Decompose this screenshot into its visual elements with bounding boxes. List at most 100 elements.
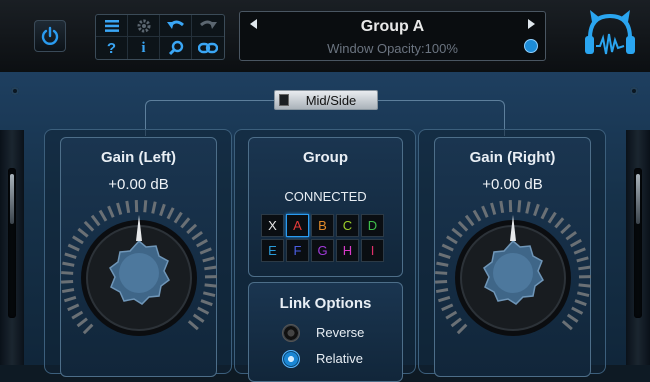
gain-left-knob[interactable]: [58, 197, 220, 365]
group-button-f[interactable]: F: [286, 239, 309, 262]
knob-tick: [61, 273, 73, 274]
knob-tick: [446, 312, 456, 318]
knob-tick: [578, 267, 590, 269]
zoom-button[interactable]: [160, 37, 192, 59]
info-button[interactable]: i: [128, 37, 160, 59]
undo-button[interactable]: [160, 15, 192, 37]
knob-tick: [61, 281, 73, 282]
top-toolbar: ? i Group A Window Opacity:100%: [0, 0, 650, 73]
knob-tick: [109, 206, 114, 217]
gain-right-knob[interactable]: [432, 197, 594, 365]
group-status: CONNECTED: [249, 189, 402, 204]
power-button[interactable]: [34, 20, 66, 52]
help-icon: ?: [107, 40, 116, 57]
knob-tick: [447, 237, 457, 243]
knob-tick: [64, 297, 75, 301]
knob-tick: [466, 216, 473, 226]
knob-tick: [436, 263, 448, 265]
knob-tick: [571, 240, 581, 246]
group-button-i[interactable]: I: [361, 239, 384, 262]
group-button-g[interactable]: G: [311, 239, 334, 262]
link-button[interactable]: [192, 37, 224, 59]
knob-tick: [561, 225, 570, 233]
knob-tick: [452, 319, 461, 326]
knob-tick: [205, 285, 217, 286]
knob-tick: [84, 325, 92, 333]
knob-tick: [579, 285, 591, 286]
knob-tick: [78, 319, 87, 326]
knob-tick: [62, 263, 74, 265]
knob-tick: [198, 308, 209, 313]
knob-tick: [474, 210, 480, 220]
knob-tick: [65, 254, 76, 258]
reverse-radio[interactable]: [282, 324, 300, 342]
redo-button[interactable]: [192, 15, 224, 37]
group-button-b[interactable]: B: [311, 214, 334, 237]
knob-tick: [100, 210, 106, 220]
knob-tick: [145, 200, 146, 212]
preset-name[interactable]: Group A: [240, 18, 545, 36]
knob-tick: [534, 204, 538, 215]
gain-left-value[interactable]: +0.00 dB: [61, 176, 216, 193]
knob-tick: [549, 213, 556, 223]
knob-tick: [153, 202, 155, 214]
screw-decoration: [630, 87, 638, 95]
opacity-knob-icon[interactable]: [524, 39, 538, 53]
undo-icon: [166, 19, 186, 33]
group-button-d[interactable]: D: [361, 214, 384, 237]
knob-tick: [542, 208, 547, 219]
relative-radio[interactable]: [282, 350, 300, 368]
settings-button[interactable]: [128, 15, 160, 37]
knob-tick: [197, 240, 207, 246]
group-button-e[interactable]: E: [261, 239, 284, 262]
next-preset-arrow-icon[interactable]: [528, 19, 535, 29]
knob-tick: [72, 312, 82, 318]
knob-tick: [519, 200, 520, 212]
knob-tick: [577, 258, 589, 261]
knob-tick: [563, 321, 572, 329]
link-icon: [198, 42, 218, 54]
knob-tick: [555, 218, 563, 227]
group-button-x[interactable]: X: [261, 214, 284, 237]
knob-tick: [436, 289, 448, 291]
gain-right-value[interactable]: +0.00 dB: [435, 176, 590, 193]
knob-tick: [204, 267, 216, 269]
gain-left-title: Gain (Left): [61, 149, 216, 166]
left-meter-rail: [0, 130, 24, 365]
redo-icon: [198, 19, 218, 33]
knob-tick: [181, 218, 189, 227]
knob-tick: [438, 297, 449, 301]
knob-tick: [78, 229, 87, 237]
knob-tick: [574, 249, 585, 253]
knob-tick: [568, 315, 578, 322]
knob-tick: [572, 308, 583, 313]
knob-tick: [187, 225, 196, 233]
knob-tick: [483, 206, 488, 217]
group-button-h[interactable]: H: [336, 239, 359, 262]
mid-side-label: Mid/Side: [306, 93, 357, 108]
knob-tick: [492, 203, 495, 215]
knob-tick: [189, 321, 198, 329]
knob-tick: [459, 222, 467, 231]
group-button-c[interactable]: C: [336, 214, 359, 237]
menu-button[interactable]: [96, 15, 128, 37]
zoom-icon: [168, 40, 184, 56]
knob-tick: [435, 281, 447, 282]
group-buttons: XABCD EFGHI: [261, 214, 384, 262]
knob-tick: [458, 325, 466, 333]
mid-side-toggle[interactable]: Mid/Side: [274, 90, 378, 110]
help-button[interactable]: ?: [96, 37, 128, 59]
link-options-title: Link Options: [249, 295, 402, 312]
knob-tick: [575, 301, 586, 305]
knob-tick: [62, 289, 74, 291]
knob-tick: [160, 204, 164, 215]
info-icon: i: [141, 40, 145, 57]
knob-tick: [168, 208, 173, 219]
relative-label: Relative: [316, 351, 363, 366]
knob-tick: [442, 245, 453, 250]
reverse-label: Reverse: [316, 325, 364, 340]
group-button-a[interactable]: A: [286, 214, 309, 237]
group-title: Group: [249, 149, 402, 166]
menu-icon: [105, 20, 119, 32]
screw-decoration: [11, 87, 19, 95]
